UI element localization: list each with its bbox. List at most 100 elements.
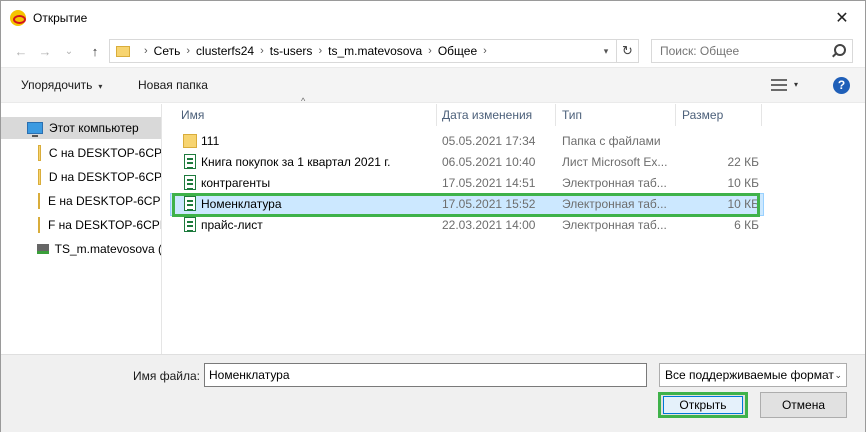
view-details-icon[interactable] bbox=[771, 79, 787, 92]
column-divider[interactable] bbox=[675, 104, 676, 126]
spreadsheet-icon bbox=[184, 154, 196, 169]
close-button[interactable]: ✕ bbox=[819, 1, 865, 35]
navigation-bar: ← → ⌄ ↑ › Сеть › clusterfs24 › ts-users … bbox=[1, 35, 865, 67]
view-options-chevron-icon[interactable]: ▾ bbox=[794, 80, 798, 89]
sidebar-item-label: C на DESKTOP-6CP bbox=[48, 146, 162, 160]
file-type-filter-select[interactable]: Все поддерживаемые формат ⌄ bbox=[659, 363, 847, 387]
file-type: Электронная таб... bbox=[562, 176, 667, 190]
open-button-label: Открыть bbox=[663, 396, 743, 414]
drive-icon bbox=[38, 169, 41, 185]
file-date: 17.05.2021 14:51 bbox=[442, 176, 536, 190]
folder-icon bbox=[116, 45, 130, 57]
file-type: Папка с файлами bbox=[562, 134, 661, 148]
file-name: Номенклатура bbox=[201, 197, 282, 211]
file-row-nomenclature[interactable]: Номенклатура 17.05.2021 15:52 Электронна… bbox=[170, 193, 764, 216]
chevron-down-icon: ▾ bbox=[98, 82, 103, 91]
file-name: Книга покупок за 1 квартал 2021 г. bbox=[201, 155, 391, 169]
file-date: 22.03.2021 14:00 bbox=[442, 218, 536, 232]
file-row-purchase-book[interactable]: Книга покупок за 1 квартал 2021 г. 06.05… bbox=[171, 152, 763, 173]
file-type: Лист Microsoft Ex... bbox=[562, 155, 668, 169]
new-folder-button[interactable]: Новая папка bbox=[138, 78, 208, 92]
drive-icon bbox=[38, 145, 41, 161]
cancel-button[interactable]: Отмена bbox=[760, 392, 847, 418]
file-type: Электронная таб... bbox=[562, 218, 667, 232]
drive-icon bbox=[38, 217, 40, 233]
forward-button[interactable]: → bbox=[35, 41, 55, 61]
breadcrumb-cluster[interactable]: clusterfs24 bbox=[196, 44, 254, 58]
file-date: 06.05.2021 10:40 bbox=[442, 155, 536, 169]
sidebar-item-drive-c[interactable]: C на DESKTOP-6CP bbox=[1, 142, 162, 164]
search-input[interactable] bbox=[652, 40, 822, 62]
refresh-button[interactable]: ↻ bbox=[616, 40, 638, 62]
sidebar-item-label: E на DESKTOP-6CPI bbox=[48, 194, 162, 208]
file-size: 10 КБ bbox=[727, 176, 759, 190]
column-header-size[interactable]: Размер bbox=[682, 104, 762, 126]
address-dropdown-button[interactable]: ▾ bbox=[598, 40, 614, 62]
chevron-right-icon: › bbox=[186, 45, 191, 57]
network-drive-icon bbox=[37, 244, 49, 254]
breadcrumb-ts-users[interactable]: ts-users bbox=[270, 44, 313, 58]
column-header-type[interactable]: Тип bbox=[562, 104, 674, 126]
search-icon bbox=[834, 44, 846, 56]
chevron-right-icon: › bbox=[483, 45, 487, 57]
sidebar-item-label: D на DESKTOP-6CP bbox=[48, 170, 162, 184]
file-name: 111 bbox=[201, 134, 220, 148]
breadcrumb-user[interactable]: ts_m.matevosova bbox=[328, 44, 422, 58]
file-row-price-list[interactable]: прайс-лист 22.03.2021 14:00 Электронная … bbox=[171, 215, 763, 236]
spreadsheet-icon bbox=[184, 196, 196, 211]
column-divider[interactable] bbox=[555, 104, 556, 126]
spreadsheet-icon bbox=[184, 175, 196, 190]
up-button[interactable]: ↑ bbox=[85, 41, 105, 61]
file-row-counterparties[interactable]: контрагенты 17.05.2021 14:51 Электронная… bbox=[171, 173, 763, 194]
chevron-right-icon: › bbox=[260, 45, 264, 57]
chevron-right-icon: › bbox=[428, 45, 432, 57]
filename-input[interactable] bbox=[204, 363, 647, 387]
spreadsheet-icon bbox=[184, 217, 196, 232]
sidebar-item-label: Этот компьютер bbox=[49, 121, 139, 135]
file-name: контрагенты bbox=[201, 176, 271, 190]
open-button[interactable]: Открыть bbox=[658, 392, 748, 418]
sidebar-item-network-drive[interactable]: TS_m.matevosova ( bbox=[1, 238, 162, 260]
sidebar-item-this-pc[interactable]: Этот компьютер bbox=[1, 117, 161, 139]
sidebar-item-drive-d[interactable]: D на DESKTOP-6CP bbox=[1, 166, 162, 188]
folder-icon bbox=[183, 134, 197, 148]
file-name: прайс-лист bbox=[201, 218, 263, 232]
filename-label: Имя файла: bbox=[133, 369, 200, 383]
file-size: 6 КБ bbox=[734, 218, 759, 232]
file-size: 10 КБ bbox=[727, 197, 759, 211]
sidebar-item-label: TS_m.matevosova ( bbox=[54, 242, 162, 256]
chevron-right-icon: › bbox=[144, 45, 148, 57]
app-1c-icon bbox=[10, 10, 26, 26]
breadcrumb-shared[interactable]: Общее bbox=[438, 44, 477, 58]
organize-label: Упорядочить bbox=[21, 78, 93, 92]
address-bar[interactable]: › Сеть › clusterfs24 › ts-users › ts_m.m… bbox=[109, 39, 639, 63]
file-list: ^ Имя Дата изменения Тип Размер 111 05.0… bbox=[163, 96, 865, 354]
organize-button[interactable]: Упорядочить ▾ bbox=[21, 78, 102, 92]
column-header-date[interactable]: Дата изменения bbox=[442, 104, 554, 126]
breadcrumb-network[interactable]: Сеть bbox=[154, 44, 181, 58]
file-date: 17.05.2021 15:52 bbox=[442, 197, 536, 211]
back-button[interactable]: ← bbox=[11, 41, 31, 61]
navigation-pane: Этот компьютер C на DESKTOP-6CP D на DES… bbox=[1, 104, 162, 354]
file-date: 05.05.2021 17:34 bbox=[442, 134, 536, 148]
file-type-filter-value: Все поддерживаемые формат bbox=[665, 368, 834, 382]
title-bar: Открытие ✕ bbox=[1, 1, 865, 35]
sidebar-item-label: F на DESKTOP-6CPI bbox=[48, 218, 162, 232]
file-size: 22 КБ bbox=[727, 155, 759, 169]
column-divider[interactable] bbox=[436, 104, 437, 126]
window-title: Открытие bbox=[33, 11, 88, 25]
search-box[interactable] bbox=[651, 39, 853, 63]
chevron-right-icon: › bbox=[318, 45, 323, 57]
help-icon[interactable]: ? bbox=[833, 77, 850, 94]
command-toolbar: Упорядочить ▾ Новая папка ▾ ? bbox=[1, 67, 865, 103]
sidebar-item-drive-e[interactable]: E на DESKTOP-6CPI bbox=[1, 190, 162, 212]
column-header-name[interactable]: Имя bbox=[181, 104, 437, 126]
column-divider[interactable] bbox=[761, 104, 762, 126]
computer-icon bbox=[27, 122, 43, 137]
open-file-dialog: Открытие ✕ ← → ⌄ ↑ › Сеть › clusterfs24 … bbox=[0, 0, 866, 432]
sidebar-item-drive-f[interactable]: F на DESKTOP-6CPI bbox=[1, 214, 162, 236]
recent-locations-button[interactable]: ⌄ bbox=[59, 41, 79, 61]
file-type: Электронная таб... bbox=[562, 197, 667, 211]
chevron-down-icon: ⌄ bbox=[834, 370, 842, 380]
file-row-111[interactable]: 111 05.05.2021 17:34 Папка с файлами bbox=[171, 131, 763, 152]
